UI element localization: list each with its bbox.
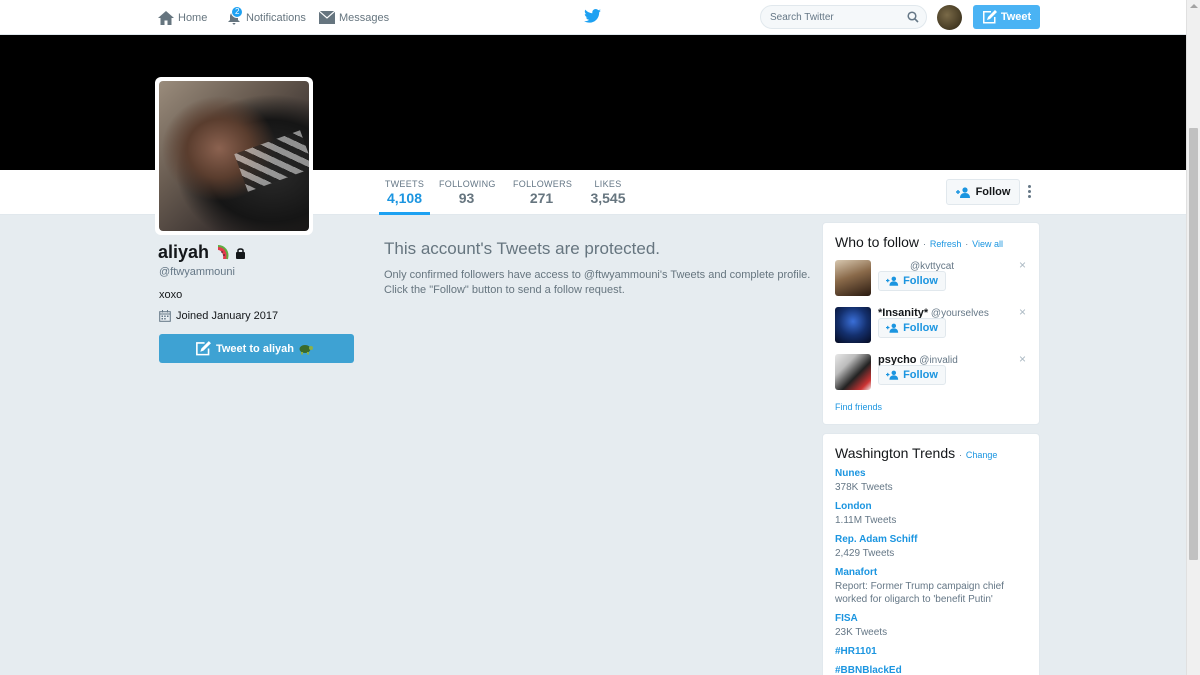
trend-item[interactable]: Nunes 378K Tweets bbox=[835, 468, 1035, 494]
trends-title: Washington Trends bbox=[835, 445, 956, 461]
who-to-follow-card: Who to follow · Refresh · View all @kvtt… bbox=[822, 222, 1040, 425]
stat-likes-value: 3,545 bbox=[590, 190, 626, 206]
stat-followers[interactable]: Followers 271 bbox=[513, 170, 573, 215]
nav-notifications[interactable]: 2 Notifications bbox=[226, 0, 306, 35]
protected-title: This account's Tweets are protected. bbox=[384, 239, 661, 258]
profile-handle[interactable]: @ftwyammouni bbox=[159, 266, 235, 278]
suggestion-avatar[interactable] bbox=[835, 354, 871, 390]
dismiss-suggestion-icon[interactable]: × bbox=[1019, 258, 1026, 272]
trend-context: Report: Former Trump campaign chief work… bbox=[835, 581, 1004, 605]
suggestion-avatar[interactable] bbox=[835, 307, 871, 343]
trend-context: 1.11M Tweets bbox=[835, 515, 897, 526]
who-to-follow-header: Who to follow · Refresh · View all bbox=[835, 234, 1003, 250]
trend-item[interactable]: #BBNBlackEd bbox=[835, 665, 1035, 675]
home-icon bbox=[158, 10, 174, 25]
more-options-icon[interactable] bbox=[1028, 185, 1034, 200]
calendar-icon bbox=[159, 310, 171, 322]
profile-name-row: aliyah bbox=[158, 242, 246, 263]
protected-message-line1: Only confirmed followers have access to … bbox=[384, 269, 811, 281]
nav-notifications-label: Notifications bbox=[246, 11, 306, 24]
profile-joined-date: Joined January 2017 bbox=[176, 310, 279, 322]
scroll-up-arrow-icon[interactable] bbox=[1190, 4, 1198, 8]
trend-context: 378K Tweets bbox=[835, 482, 893, 493]
trend-context: 23K Tweets bbox=[835, 627, 888, 638]
nav-home[interactable]: Home bbox=[158, 0, 207, 35]
profile-avatar[interactable] bbox=[155, 77, 313, 235]
follow-user-icon bbox=[886, 370, 899, 380]
stat-tweets-label: Tweets bbox=[384, 179, 425, 189]
view-all-link[interactable]: View all bbox=[972, 239, 1003, 249]
protected-message-line2: Click the "Follow" button to send a foll… bbox=[384, 284, 625, 296]
trends-card: Washington Trends · Change Nunes 378K Tw… bbox=[822, 433, 1040, 675]
turtle-emoji-icon bbox=[299, 344, 314, 354]
trend-name: FISA bbox=[835, 613, 858, 624]
stat-following[interactable]: Following 93 bbox=[439, 170, 496, 215]
trend-item[interactable]: FISA 23K Tweets bbox=[835, 613, 1035, 639]
suggestion-follow-button[interactable]: Follow bbox=[878, 271, 946, 291]
trend-item[interactable]: London 1.11M Tweets bbox=[835, 501, 1035, 527]
refresh-link[interactable]: Refresh bbox=[930, 239, 962, 249]
compose-tweet-button[interactable]: Tweet bbox=[973, 5, 1040, 29]
nav-home-label: Home bbox=[178, 11, 208, 24]
follow-user-icon bbox=[955, 186, 970, 198]
trend-name: #HR1101 bbox=[835, 646, 877, 657]
profile-joined-row: Joined January 2017 bbox=[159, 310, 278, 322]
profile-photo bbox=[159, 81, 309, 231]
compose-tweet-label: Tweet bbox=[1000, 11, 1032, 23]
top-nav-bar: Home 2 Notifications Messages Search Twi… bbox=[0, 0, 1186, 35]
search-input[interactable]: Search Twitter bbox=[760, 5, 927, 29]
trend-context: 2,429 Tweets bbox=[835, 548, 895, 559]
tweet-to-user-label: Tweet to aliyah bbox=[215, 342, 295, 355]
trend-name: Manafort bbox=[835, 567, 878, 578]
search-placeholder: Search Twitter bbox=[770, 11, 834, 23]
profile-name[interactable]: aliyah bbox=[158, 242, 209, 263]
stat-following-value: 93 bbox=[458, 190, 475, 206]
stat-likes[interactable]: Likes 3,545 bbox=[588, 170, 628, 215]
trend-name: Rep. Adam Schiff bbox=[835, 534, 918, 545]
search-icon[interactable] bbox=[907, 11, 919, 23]
tweet-to-user-button[interactable]: Tweet to aliyah bbox=[159, 334, 354, 363]
find-friends-link[interactable]: Find friends bbox=[835, 402, 882, 412]
follow-button[interactable]: Follow bbox=[946, 179, 1020, 205]
trend-item[interactable]: Rep. Adam Schiff 2,429 Tweets bbox=[835, 534, 1035, 560]
stat-likes-label: Likes bbox=[594, 179, 622, 189]
stat-tweets-value: 4,108 bbox=[386, 190, 423, 206]
scrollbar-thumb[interactable] bbox=[1189, 128, 1198, 560]
compose-icon bbox=[982, 10, 997, 24]
trend-name: London bbox=[835, 501, 872, 512]
nav-messages-label: Messages bbox=[339, 11, 390, 24]
watermelon-emoji-icon bbox=[217, 244, 229, 259]
stat-followers-label: Followers bbox=[513, 179, 573, 189]
who-to-follow-title: Who to follow bbox=[835, 234, 920, 250]
trend-name: Nunes bbox=[835, 468, 866, 479]
follow-user-icon bbox=[886, 323, 899, 333]
envelope-icon bbox=[319, 11, 335, 24]
change-trends-link[interactable]: Change bbox=[966, 450, 998, 460]
stat-followers-value: 271 bbox=[529, 190, 554, 206]
twitter-bird-icon[interactable] bbox=[584, 9, 601, 23]
suggestion-follow-button[interactable]: Follow bbox=[878, 318, 946, 338]
suggestion-follow-button[interactable]: Follow bbox=[878, 365, 946, 385]
suggestion-item: *Insanity* @yourselves Follow × bbox=[835, 305, 1035, 347]
trend-item[interactable]: #HR1101 bbox=[835, 646, 1035, 657]
suggestion-item: psycho @invalid Follow × bbox=[835, 352, 1035, 394]
compose-icon bbox=[196, 341, 211, 356]
dismiss-suggestion-icon[interactable]: × bbox=[1019, 352, 1026, 366]
stat-tweets[interactable]: Tweets 4,108 bbox=[379, 170, 430, 215]
trend-name: #BBNBlackEd bbox=[835, 665, 902, 675]
follow-button-label: Follow bbox=[975, 186, 1011, 198]
lock-icon bbox=[236, 247, 246, 259]
stat-following-label: Following bbox=[439, 179, 496, 189]
page-scrollbar[interactable] bbox=[1186, 0, 1200, 675]
protected-message: Only confirmed followers have access to … bbox=[384, 268, 814, 298]
dismiss-suggestion-icon[interactable]: × bbox=[1019, 305, 1026, 319]
trends-header: Washington Trends · Change bbox=[835, 445, 998, 461]
trend-item[interactable]: Manafort Report: Former Trump campaign c… bbox=[835, 567, 1010, 606]
suggestion-avatar[interactable] bbox=[835, 260, 871, 296]
account-avatar[interactable] bbox=[937, 5, 962, 30]
profile-bio: xoxo bbox=[159, 289, 183, 301]
nav-messages[interactable]: Messages bbox=[319, 0, 389, 35]
follow-user-icon bbox=[886, 276, 899, 286]
suggestion-item: @kvttycat Follow × bbox=[835, 258, 1035, 300]
